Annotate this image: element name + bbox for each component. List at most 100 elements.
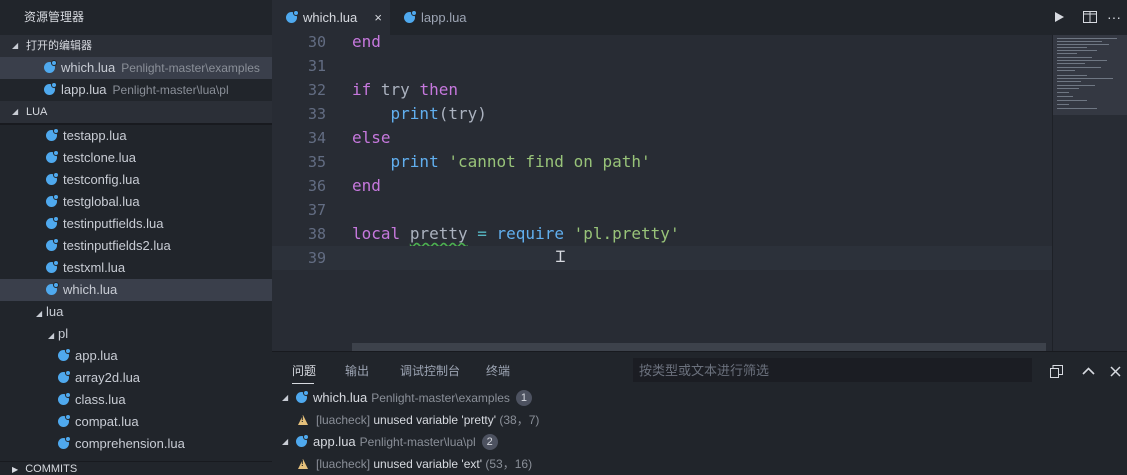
file-item[interactable]: comprehension.lua: [0, 433, 272, 455]
problem-message: [luacheck] unused variable 'ext' (53，16): [298, 453, 532, 475]
minimap-line: [1057, 47, 1087, 48]
folder-name: pl: [58, 326, 69, 341]
lua-file-icon: [46, 128, 59, 141]
code-token: try: [371, 80, 420, 99]
chevron-down-icon: ◢: [282, 393, 289, 402]
line-content: if try then: [352, 78, 458, 102]
minimap-line: [1057, 44, 1109, 45]
file-item[interactable]: app.lua: [0, 345, 272, 367]
file-name: array2d.lua: [75, 370, 141, 385]
problem-count-badge: 2: [481, 434, 498, 450]
more-actions-icon[interactable]: ···: [1107, 0, 1121, 35]
lua-file-icon: [286, 10, 299, 23]
code-token: require: [496, 224, 564, 243]
collapse-all-icon[interactable]: [1050, 352, 1063, 390]
problem-file-name: which.lua: [313, 390, 368, 405]
code-token: then: [419, 80, 458, 99]
code-token: pretty: [409, 224, 468, 243]
file-item[interactable]: testconfig.lua: [0, 169, 272, 191]
file-item[interactable]: testglobal.lua: [0, 191, 272, 213]
code-line: 31: [272, 54, 1052, 78]
file-item[interactable]: testapp.lua: [0, 125, 272, 147]
line-content: else: [352, 126, 391, 150]
code-token: local: [352, 224, 401, 243]
line-content: end: [352, 174, 381, 198]
code-line: 33 print(try): [272, 102, 1052, 126]
lua-file-icon: [58, 436, 71, 449]
minimap-line: [1057, 92, 1069, 93]
tab-output[interactable]: 输出: [345, 352, 369, 390]
maximize-panel-icon[interactable]: [1082, 352, 1095, 390]
tab-terminal[interactable]: 终端: [486, 352, 510, 390]
close-panel-icon[interactable]: [1110, 352, 1121, 390]
problem-item[interactable]: [luacheck] unused variable 'pretty' (38，…: [272, 409, 1127, 431]
code-line: 32 if try then: [272, 78, 1052, 102]
folder-item-lua[interactable]: ◢ lua: [0, 301, 272, 323]
minimap-line: [1057, 78, 1113, 79]
explorer-sidebar: 资源管理器 ◢ 打开的编辑器 which.lua Penlight-master\…: [0, 0, 272, 475]
code-line: 34 else: [272, 126, 1052, 150]
file-item[interactable]: class.lua: [0, 389, 272, 411]
minimap-line: [1057, 57, 1092, 58]
line-content: local pretty = require 'pl.pretty': [352, 222, 680, 246]
minimap-line: [1057, 96, 1073, 97]
file-name: testinputfields2.lua: [63, 238, 171, 253]
chevron-down-icon: ◢: [12, 107, 19, 116]
file-item-selected[interactable]: which.lua: [0, 279, 272, 301]
minimap[interactable]: [1052, 35, 1127, 351]
tab-which-lua[interactable]: which.lua ×: [272, 0, 390, 35]
minimap-line: [1057, 75, 1087, 76]
split-editor-icon[interactable]: [1083, 0, 1097, 35]
tab-lapp-lua[interactable]: lapp.lua: [390, 0, 500, 35]
minimap-line: [1057, 50, 1097, 51]
tab-debug-console[interactable]: 调试控制台: [400, 352, 460, 390]
line-number: 33: [307, 105, 326, 123]
file-item[interactable]: testxml.lua: [0, 257, 272, 279]
file-item[interactable]: testclone.lua: [0, 147, 272, 169]
file-name: testglobal.lua: [63, 194, 140, 209]
problem-file-path: Penlight-master\examples: [371, 391, 510, 405]
sidebar-title: 资源管理器: [24, 10, 85, 24]
minimap-line: [1057, 104, 1069, 105]
lua-folder-header[interactable]: ◢ LUA: [0, 101, 272, 123]
code-line-current: 39: [272, 246, 1052, 270]
line-number: 31: [307, 57, 326, 75]
code-editor[interactable]: 30 end 31 32 if try then 33 print(try) 34 e…: [272, 35, 1052, 343]
close-icon[interactable]: ×: [374, 0, 382, 35]
problem-file-row[interactable]: ◢ which.lua Penlight-master\examples 1: [272, 387, 1127, 409]
lua-file-icon: [46, 216, 59, 229]
open-editor-item-which[interactable]: which.lua Penlight-master\examples: [0, 57, 272, 79]
line-number: 34: [307, 129, 326, 147]
code-token: 'cannot find on path': [448, 152, 651, 171]
open-editor-name: which.lua: [61, 60, 116, 75]
line-number: 36: [307, 177, 326, 195]
code-token: (try): [438, 104, 487, 123]
play-icon[interactable]: [1053, 0, 1065, 35]
lua-file-icon: [44, 82, 57, 95]
chevron-right-icon: ▶: [12, 465, 19, 474]
file-item[interactable]: testinputfields2.lua: [0, 235, 272, 257]
tab-problems[interactable]: 问题: [292, 352, 316, 390]
horizontal-scrollbar[interactable]: [352, 343, 1046, 351]
file-item[interactable]: array2d.lua: [0, 367, 272, 389]
minimap-line: [1057, 100, 1087, 101]
commits-header[interactable]: ▶ COMMITS: [0, 461, 272, 475]
code-line: 37: [272, 198, 1052, 222]
file-item[interactable]: testinputfields.lua: [0, 213, 272, 235]
code-token: if: [352, 80, 372, 99]
open-editors-header[interactable]: ◢ 打开的编辑器: [0, 35, 272, 57]
problems-filter-input[interactable]: [633, 358, 1032, 382]
open-editor-item-lapp[interactable]: lapp.lua Penlight-master\lua\pl: [0, 79, 272, 101]
file-name: compat.lua: [75, 414, 139, 429]
folder-item-pl[interactable]: ◢ pl: [0, 323, 272, 345]
line-content: end: [352, 35, 381, 54]
minimap-line: [1057, 53, 1077, 54]
problem-item[interactable]: [luacheck] unused variable 'ext' (53，16): [272, 453, 1127, 475]
problems-panel: 问题 输出 调试控制台 终端 ◢ which.luaPenlight-maste…: [272, 351, 1127, 475]
problem-file-row[interactable]: ◢ app.lua Penlight-master\lua\pl 2: [272, 431, 1127, 453]
file-name: testapp.lua: [63, 128, 127, 143]
file-item[interactable]: compat.lua: [0, 411, 272, 433]
open-editor-name: lapp.lua: [61, 82, 107, 97]
